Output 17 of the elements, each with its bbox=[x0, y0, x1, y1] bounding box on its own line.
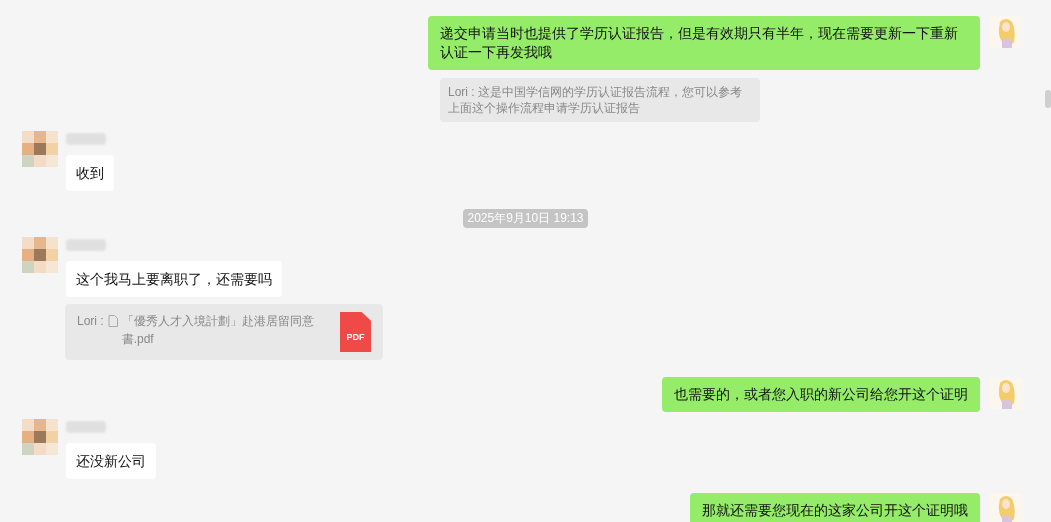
sender-label: Lori : bbox=[77, 313, 104, 330]
message-bubble: 递交申请当时也提供了学历认证报告，但是有效期只有半年，现在需要更新一下重新认证一下再发我哦 bbox=[428, 16, 980, 70]
document-icon bbox=[107, 315, 118, 327]
message-bubble: 这个我马上要离职了，还需要吗 bbox=[66, 261, 282, 297]
quoted-message: Lori : 这是中国学信网的学历认证报告流程，您可以参考上面这个操作流程申请学历认证报告 bbox=[440, 78, 760, 122]
message-bubble: 也需要的，或者您入职的新公司给您开这个证明 bbox=[662, 377, 980, 412]
avatar bbox=[22, 131, 58, 167]
message-bubble: 那就还需要您现在的这家公司开这个证明哦 bbox=[690, 493, 980, 522]
pdf-icon: PDF bbox=[340, 312, 371, 352]
scrollbar[interactable] bbox=[1045, 90, 1051, 108]
message-bubble: 还没新公司 bbox=[66, 443, 156, 479]
avatar bbox=[990, 16, 1022, 48]
avatar bbox=[22, 237, 58, 273]
avatar bbox=[990, 377, 1022, 409]
file-name: 「優秀人才入境計劃」赴港居留同意書.pdf bbox=[121, 313, 315, 348]
message-bubble: 收到 bbox=[66, 155, 114, 191]
avatar bbox=[22, 419, 58, 455]
